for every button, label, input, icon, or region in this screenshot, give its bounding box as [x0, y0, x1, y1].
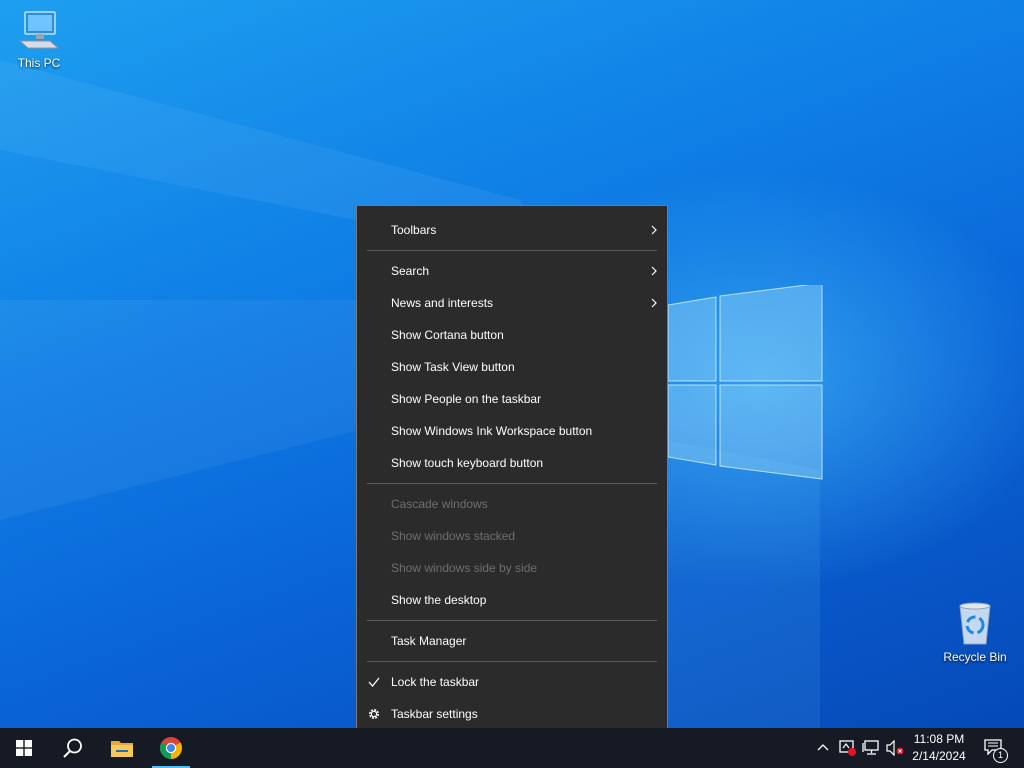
start-button[interactable] [0, 728, 48, 768]
menu-item-label: Taskbar settings [391, 707, 478, 721]
desktop-icon-label: Recycle Bin [943, 650, 1007, 664]
menu-item-label: Show Task View button [391, 360, 515, 374]
network-icon [862, 740, 879, 755]
menu-item-label: Show the desktop [391, 593, 487, 607]
desktop-icon-recycle-bin[interactable]: Recycle Bin [939, 600, 1011, 664]
chevron-right-icon [651, 266, 657, 276]
notification-count-badge: 1 [993, 748, 1008, 763]
file-explorer-button[interactable] [98, 728, 146, 768]
menu-separator [367, 250, 657, 251]
menu-item-taskbar-settings[interactable]: Taskbar settings [357, 700, 667, 728]
menu-item-label: Show Windows Ink Workspace button [391, 424, 593, 438]
menu-separator [367, 620, 657, 621]
folder-icon [111, 741, 133, 757]
tray-volume-button[interactable] [884, 728, 906, 768]
desktop-icon-this-pc[interactable]: This PC [3, 8, 75, 70]
taskbar[interactable]: 11:08 PM 2/14/2024 1 [0, 728, 1024, 768]
desktop-icon-label: This PC [17, 56, 61, 70]
search-icon [63, 738, 82, 758]
menu-item-label: News and interests [391, 296, 494, 310]
menu-item-label: Show Cortana button [391, 328, 504, 342]
chrome-icon [160, 737, 182, 759]
menu-item-label: Search [391, 264, 430, 278]
wallpaper-windows-logo [667, 285, 823, 480]
menu-item-search[interactable]: Search [357, 257, 667, 285]
show-hidden-icons-button[interactable] [814, 728, 832, 768]
menu-item-show-windows-ink[interactable]: Show Windows Ink Workspace button [357, 417, 667, 445]
menu-item-label: Show windows side by side [391, 561, 538, 575]
volume-muted-icon [886, 740, 904, 756]
menu-item-show-the-desktop[interactable]: Show the desktop [357, 586, 667, 614]
menu-separator [367, 483, 657, 484]
menu-item-show-windows-stacked: Show windows stacked [357, 522, 667, 550]
menu-item-label: Show touch keyboard button [391, 456, 544, 470]
search-button[interactable] [48, 728, 96, 768]
clock-date: 2/14/2024 [912, 749, 966, 763]
tray-clock[interactable]: 11:08 PM 2/14/2024 [906, 728, 972, 768]
menu-item-show-task-view-button[interactable]: Show Task View button [357, 353, 667, 381]
menu-item-lock-the-taskbar[interactable]: Lock the taskbar [357, 668, 667, 696]
tray-network-button[interactable] [860, 728, 882, 768]
menu-item-show-cortana-button[interactable]: Show Cortana button [357, 321, 667, 349]
menu-item-task-manager[interactable]: Task Manager [357, 627, 667, 655]
chevron-up-icon [817, 744, 829, 751]
tray-security-button[interactable] [836, 728, 858, 768]
menu-item-show-touch-keyboard[interactable]: Show touch keyboard button [357, 449, 667, 477]
menu-separator [367, 661, 657, 662]
action-center-button[interactable]: 1 [978, 728, 1012, 768]
menu-item-show-windows-side-by-side: Show windows side by side [357, 554, 667, 582]
gear-icon [369, 709, 379, 719]
chevron-right-icon [651, 225, 657, 235]
taskbar-context-menu: Toolbars Search News and interests Show … [356, 205, 668, 738]
menu-item-news-and-interests[interactable]: News and interests [357, 289, 667, 317]
chrome-button[interactable] [150, 728, 192, 768]
menu-item-label: Cascade windows [391, 497, 488, 511]
menu-item-label: Show windows stacked [391, 529, 516, 543]
menu-item-label: Task Manager [391, 634, 467, 648]
chevron-right-icon [651, 298, 657, 308]
menu-item-show-people[interactable]: Show People on the taskbar [357, 385, 667, 413]
checkmark-icon [368, 677, 380, 688]
menu-item-label: Lock the taskbar [391, 675, 480, 689]
clock-time: 11:08 PM [913, 732, 965, 746]
menu-item-toolbars[interactable]: Toolbars [357, 216, 667, 244]
recycle-bin-icon [959, 602, 991, 645]
windows-logo-icon [16, 740, 32, 756]
security-alert-icon [839, 740, 856, 756]
menu-item-cascade-windows: Cascade windows [357, 490, 667, 518]
menu-item-label: Toolbars [391, 223, 437, 237]
menu-item-label: Show People on the taskbar [391, 392, 542, 406]
this-pc-icon [18, 11, 60, 49]
